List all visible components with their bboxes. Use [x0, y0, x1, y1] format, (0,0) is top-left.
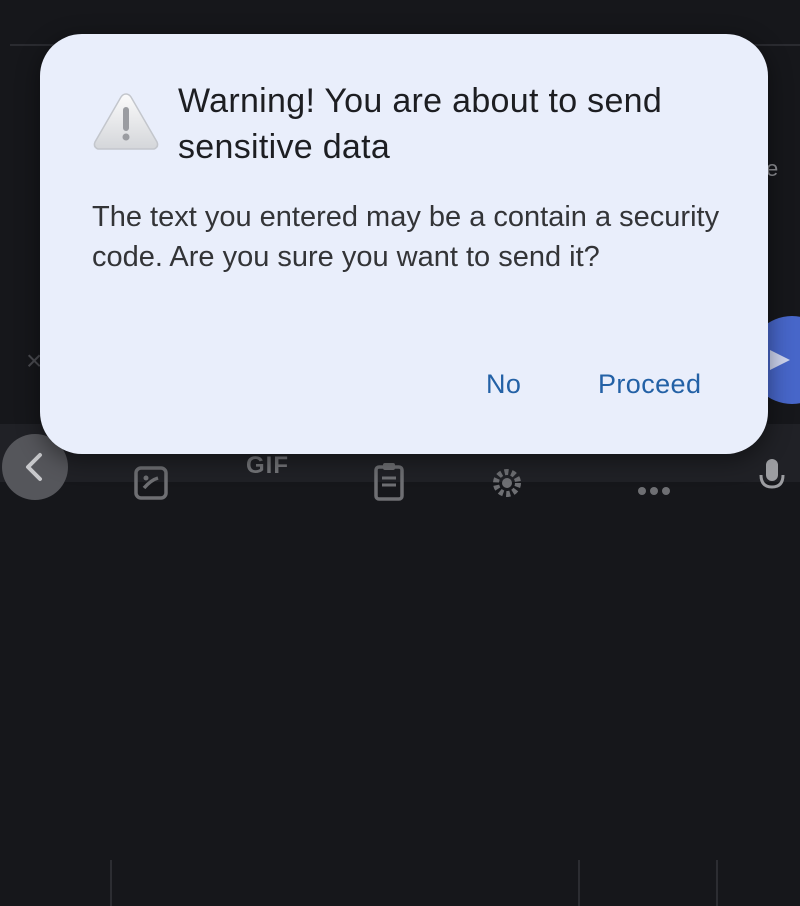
warning-dialog: Warning! You are about to send sensitive… — [40, 34, 768, 454]
microphone-icon[interactable] — [758, 446, 786, 504]
clipboard-icon[interactable] — [372, 450, 406, 508]
sticker-icon[interactable] — [132, 452, 174, 510]
dialog-title: Warning! You are about to send sensitive… — [178, 82, 663, 166]
back-icon — [26, 453, 42, 481]
send-icon — [770, 350, 790, 370]
gif-button[interactable]: GIF — [246, 452, 289, 480]
toolbar-separator — [110, 860, 112, 906]
more-icon[interactable] — [636, 462, 672, 520]
warning-icon — [93, 93, 159, 150]
dialog-message: The text you entered may be a contain a … — [92, 201, 720, 273]
toolbar-separator — [578, 860, 580, 906]
settings-icon[interactable] — [490, 452, 524, 510]
no-button[interactable]: No — [480, 365, 527, 404]
toolbar-separator — [716, 860, 718, 906]
proceed-button[interactable]: Proceed — [592, 365, 707, 404]
